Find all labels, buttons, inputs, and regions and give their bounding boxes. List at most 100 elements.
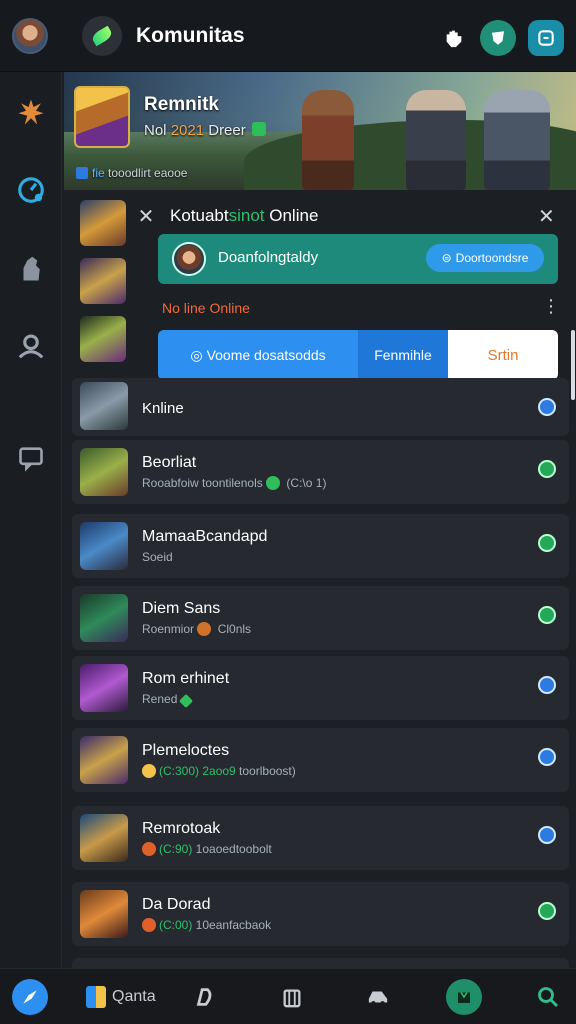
friend-action-label: Doortoondsre (455, 251, 529, 265)
list-avatar (80, 814, 128, 862)
list-item[interactable]: Diem Sans Roenmior Cl0nls (72, 586, 569, 650)
popup-heading-green: sinot (228, 206, 265, 225)
list-item-sub-text: Rened (142, 692, 178, 706)
game-thumb-1[interactable] (80, 200, 126, 246)
banner-warrior-3 (484, 90, 550, 190)
list-item[interactable]: Plemeloctes (C:300) 2aoo9 toorlboost) (72, 728, 569, 792)
list-item-sub-text: Rooabfoiw toontilenols (142, 476, 263, 490)
more-options-icon[interactable]: ⋮ (542, 296, 560, 317)
character-icon[interactable] (13, 250, 49, 286)
segment-1[interactable]: ◎ Voome dosatsodds (158, 330, 358, 380)
banner-link[interactable]: fie tooodlirt eaooe (76, 166, 187, 180)
list-item[interactable]: Rom erhinet Rened (72, 656, 569, 720)
list-item-name: Da Dorad (142, 896, 211, 913)
list-item[interactable]: MamaaBcandapd Soeid (72, 514, 569, 578)
list-item-sub-tail: (C:\o 1) (283, 476, 327, 490)
list-item[interactable]: Beorliat Rooabfoiw toontilenols (C:\o 1) (72, 440, 569, 504)
segment-2[interactable]: Fenmihle (358, 330, 448, 380)
nav-item-label: Qanta (112, 988, 156, 1005)
banner-sub-number: 2021 (170, 122, 205, 139)
nav-item-qanta[interactable]: Qanta (86, 979, 176, 1015)
shop-icon[interactable] (446, 979, 482, 1015)
scrollbar[interactable] (571, 330, 575, 400)
list-item-sub: Roenmior Cl0nls (142, 622, 251, 636)
close-icon[interactable]: ✕ (136, 204, 156, 229)
avatar[interactable] (12, 18, 48, 54)
list-item[interactable]: Da Dorad (C:00) 10eanfacbaok (72, 882, 569, 946)
banner-subtitle: Nol 2021 Dreer (144, 122, 266, 139)
list-item-sub: (C:90) 1oaoedtoobolt (142, 842, 272, 856)
list-item-name: Remrotoak (142, 820, 221, 837)
fire-icon (142, 842, 156, 856)
list-item-sub: (C:00) 10eanfacbaok (142, 918, 271, 932)
chat-icon[interactable] (13, 440, 49, 476)
list-item-name: MamaaBcandapd (142, 528, 268, 545)
friend-avatar (172, 242, 206, 276)
vehicle-icon[interactable] (360, 979, 396, 1015)
status-icon (538, 748, 556, 766)
list-avatar (80, 522, 128, 570)
game-thumb-3[interactable] (80, 316, 126, 362)
segment-3[interactable]: Srtin (448, 330, 558, 380)
profile-banner[interactable]: Remnitk Nol 2021 Dreer fie tooodlirt eao… (64, 72, 576, 190)
shield-icon[interactable] (480, 20, 516, 56)
person-icon[interactable] (13, 328, 49, 364)
friend-action-button[interactable]: ⊜ Doortoondsre (426, 244, 544, 272)
bag-icon[interactable] (274, 979, 310, 1015)
hand-icon[interactable] (436, 20, 472, 56)
list-item-sub-green: (C:90) (159, 842, 193, 856)
book-icon (86, 986, 106, 1008)
list-avatar (80, 890, 128, 938)
banner-avatar[interactable] (74, 86, 130, 148)
top-bar: Komunitas (0, 0, 576, 72)
banner-warrior-1 (302, 90, 354, 190)
compass-icon[interactable] (13, 172, 49, 208)
status-icon (538, 606, 556, 624)
list-item-name: Diem Sans (142, 600, 221, 617)
status-icon (538, 398, 556, 416)
segment-control: ◎ Voome dosatsodds Fenmihle Srtin (158, 330, 558, 380)
gem-icon (178, 693, 193, 709)
list-item-sub-text: 10eanfacbaok (192, 918, 272, 932)
status-icon (538, 676, 556, 694)
close-popup-icon[interactable]: ✕ (538, 204, 555, 229)
list-avatar (80, 594, 128, 642)
game-thumb-2[interactable] (80, 258, 126, 304)
online-section-label: Knline (142, 400, 184, 417)
coin-icon (142, 764, 156, 778)
link-icon: ⊜ (441, 251, 452, 265)
segment-icon: ◎ (190, 346, 203, 363)
friend-card[interactable]: Doanfolngtaldy ⊜ Doortoondsre (158, 234, 558, 284)
banner-name: Remnitk (144, 94, 219, 115)
banner-link-highlight: fie (92, 166, 105, 180)
left-rail (0, 72, 62, 968)
check-icon (251, 122, 266, 136)
banner-warrior-2 (406, 90, 466, 190)
d-logo-icon[interactable] (186, 979, 222, 1015)
list-item-name: Rom erhinet (142, 670, 230, 687)
coin-icon (197, 622, 212, 636)
online-popup: ✕ Kotuabtsinot Online ✕ Doanfolngtaldy ⊜… (136, 196, 572, 382)
page-title: Komunitas (136, 24, 245, 47)
banner-link-text: tooodlirt eaooe (104, 166, 188, 180)
segment-1-label: Voome dosatsodds (206, 347, 326, 363)
banner-sub-suffix: Dreer (204, 122, 246, 139)
fire-icon (142, 918, 156, 932)
compass-nav-icon[interactable] (12, 979, 48, 1015)
list-item-sub: Rened (142, 692, 194, 709)
list-item[interactable] (72, 958, 569, 968)
popup-heading-prefix: Kotuabt (170, 206, 229, 225)
friend-name: Doanfolngtaldy (218, 249, 319, 266)
sync-icon[interactable] (528, 20, 564, 56)
search-icon[interactable] (530, 979, 566, 1015)
list-item-sub: Rooabfoiw toontilenols (C:\o 1) (142, 476, 326, 490)
check-icon (266, 476, 281, 490)
list-item-sub-tail: Cl0nls (214, 622, 252, 636)
status-icon (538, 902, 556, 920)
list-avatar (80, 664, 128, 712)
list-item-sub: (C:300) 2aoo9 toorlboost) (142, 764, 296, 778)
app-logo-icon[interactable] (82, 16, 122, 56)
list-item[interactable]: Remrotoak (C:90) 1oaoedtoobolt (72, 806, 569, 870)
list-avatar (80, 382, 128, 430)
splat-icon[interactable] (13, 94, 49, 130)
